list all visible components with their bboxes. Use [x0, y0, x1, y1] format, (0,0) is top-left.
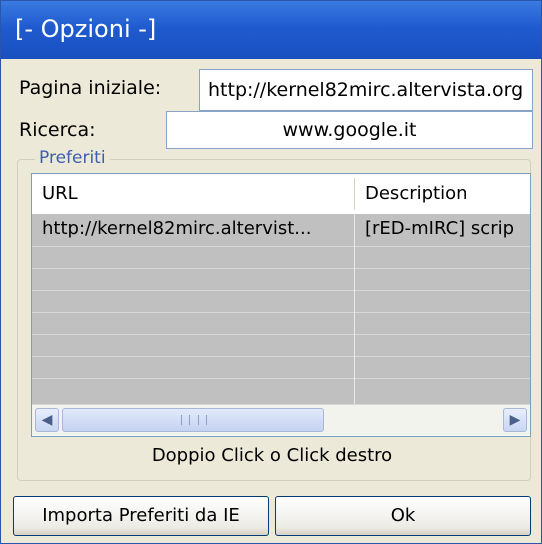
- empty-row[interactable]: [32, 247, 530, 269]
- import-favorites-button[interactable]: Importa Preferiti da IE: [13, 496, 269, 536]
- favorites-list[interactable]: URL Description http://kernel82mirc.alte…: [31, 173, 531, 437]
- column-header-description[interactable]: Description: [355, 174, 530, 214]
- grip-icon: [181, 415, 207, 425]
- list-item-url: http://kernel82mirc.altervist...: [42, 218, 312, 239]
- left-arrow-icon[interactable]: ◀: [35, 408, 59, 432]
- empty-row[interactable]: [32, 291, 530, 313]
- empty-row[interactable]: [32, 357, 530, 379]
- right-arrow-icon[interactable]: ▶: [503, 408, 527, 432]
- column-divider-line: [354, 214, 355, 404]
- column-header-url[interactable]: URL: [32, 174, 354, 214]
- options-window: [- Opzioni -] Pagina iniziale: http://ke…: [0, 0, 542, 544]
- search-field[interactable]: www.google.it: [166, 111, 533, 149]
- usage-hint: Doppio Click o Click destro: [151, 445, 393, 466]
- list-item-description: [rED-mIRC] scrip: [365, 218, 515, 239]
- empty-row[interactable]: [32, 379, 530, 405]
- empty-row[interactable]: [32, 313, 530, 335]
- horizontal-scrollbar[interactable]: ◀ ▶: [32, 405, 530, 435]
- list-header: URL Description: [32, 174, 530, 215]
- start-page-field[interactable]: http://kernel82mirc.altervista.org: [199, 69, 533, 111]
- window-title: [- Opzioni -]: [15, 15, 157, 43]
- list-item[interactable]: http://kernel82mirc.altervist... [rED-mI…: [32, 214, 530, 247]
- scroll-thumb[interactable]: [62, 408, 324, 432]
- search-label: Ricerca:: [19, 119, 96, 141]
- start-page-label: Pagina iniziale:: [19, 77, 162, 99]
- title-bar[interactable]: [- Opzioni -]: [1, 1, 541, 59]
- favorites-group-label: Preferiti: [35, 148, 110, 168]
- empty-row[interactable]: [32, 269, 530, 291]
- ok-button[interactable]: Ok: [275, 496, 531, 536]
- empty-row[interactable]: [32, 335, 530, 357]
